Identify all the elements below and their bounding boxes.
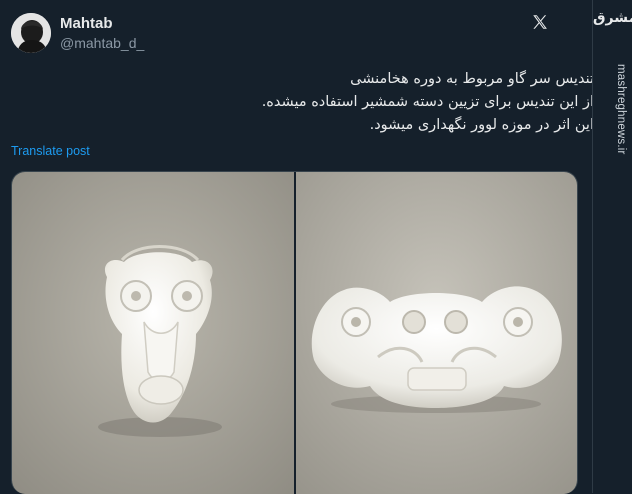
profile-silhouette-avatar — [11, 13, 51, 53]
author-handle[interactable]: @mahtab_d_ — [60, 35, 144, 51]
watermark-url: mashreghnews.ir — [615, 64, 627, 155]
watermark-sidebar: مشرق mashreghnews.ir — [592, 0, 632, 493]
translate-post-link[interactable]: Translate post — [11, 144, 90, 158]
post-text-line: این اثر در موزه لوور نگهداری میشود. — [369, 117, 594, 133]
media-gallery[interactable] — [11, 171, 578, 494]
post-text-line: تندیس سر گاو مربوط به دوره هخامنشی — [350, 71, 594, 87]
x-logo-icon — [531, 13, 549, 31]
post-text-line: از این تندیس برای تزیین دسته شمشیر استفا… — [261, 94, 594, 110]
watermark-logo: مشرق — [593, 10, 632, 26]
bull-head-front-photo[interactable] — [12, 172, 294, 494]
post-text: تندیس سر گاو مربوط به دوره هخامنشی از ای… — [74, 68, 594, 137]
avatar[interactable] — [11, 13, 51, 53]
double-bull-head-side-photo[interactable] — [296, 172, 577, 494]
author-display-name[interactable]: Mahtab — [60, 15, 113, 32]
